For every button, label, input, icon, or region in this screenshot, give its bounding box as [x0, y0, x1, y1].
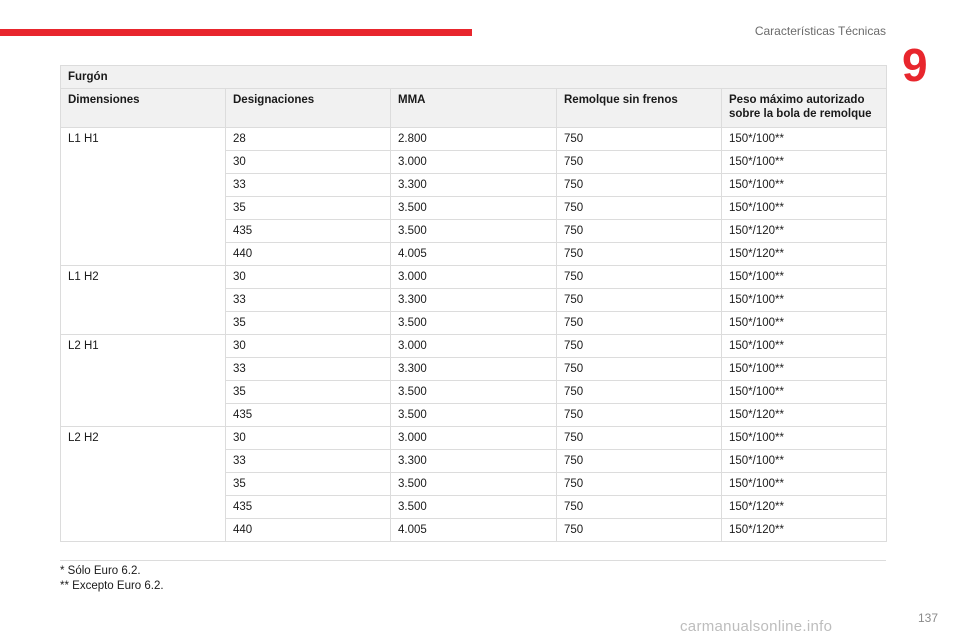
table-cell: 440 — [225, 242, 391, 266]
table-cell: 150*/100** — [721, 357, 887, 381]
table-body: L1 H1 28 2.800 750 150*/100** 30 3.000 750 150*/… — [60, 127, 887, 542]
table-cell: 150*/120** — [721, 219, 887, 243]
column-header: Designaciones — [225, 88, 391, 128]
table-cell: 35 — [225, 311, 391, 335]
table-cell: 4.005 — [390, 518, 557, 542]
table-cell: 750 — [556, 380, 722, 404]
table-cell: 435 — [225, 219, 391, 243]
table-cell: 150*/100** — [721, 150, 887, 174]
table-cell: 3.300 — [390, 449, 557, 473]
section-title: Características Técnicas — [754, 24, 886, 38]
table-cell: 3.500 — [390, 380, 557, 404]
table-cell: 150*/100** — [721, 449, 887, 473]
table-cell: 150*/120** — [721, 518, 887, 542]
table-cell: 3.500 — [390, 196, 557, 220]
table-cell: 750 — [556, 449, 722, 473]
table-cell: 750 — [556, 403, 722, 427]
table-cell: 750 — [556, 219, 722, 243]
table-cell: 28 — [225, 127, 391, 151]
table-cell: 440 — [225, 518, 391, 542]
table-cell: 3.500 — [390, 403, 557, 427]
table-cell: 150*/100** — [721, 265, 887, 289]
table-cell: 750 — [556, 311, 722, 335]
footnotes: * Sólo Euro 6.2. ** Excepto Euro 6.2. — [60, 564, 164, 594]
table-cell: 3.500 — [390, 219, 557, 243]
table-cell: 435 — [225, 495, 391, 519]
table-cell: 750 — [556, 265, 722, 289]
table-cell: 150*/100** — [721, 288, 887, 312]
table-cell: 750 — [556, 127, 722, 151]
table-cell: 150*/100** — [721, 196, 887, 220]
footnote: ** Excepto Euro 6.2. — [60, 580, 164, 592]
table-cell: 3.000 — [390, 265, 557, 289]
table-cell: 150*/100** — [721, 472, 887, 496]
table-cell: 150*/100** — [721, 334, 887, 358]
dimension-cell: L1 H1 — [60, 127, 226, 266]
table-cell: 30 — [225, 150, 391, 174]
table-cell: 150*/100** — [721, 380, 887, 404]
table-cell: 35 — [225, 472, 391, 496]
table-cell: 3.000 — [390, 150, 557, 174]
table-cell: 150*/100** — [721, 127, 887, 151]
table-cell: 3.500 — [390, 495, 557, 519]
table-row: L2 H2 30 3.000 750 150*/100** — [60, 426, 887, 542]
table-cell: 150*/100** — [721, 311, 887, 335]
table-cell: 750 — [556, 334, 722, 358]
table-cell: 2.800 — [390, 127, 557, 151]
table-cell: 33 — [225, 449, 391, 473]
header-accent-bar — [0, 29, 472, 36]
table-cell: 35 — [225, 380, 391, 404]
table-cell: 750 — [556, 495, 722, 519]
table-cell: 150*/100** — [721, 426, 887, 450]
towing-spec-table: Furgón Dimensiones Designaciones MMA Rem… — [60, 65, 887, 542]
table-cell: 3.000 — [390, 334, 557, 358]
table-cell: 30 — [225, 334, 391, 358]
column-header: Dimensiones — [60, 88, 226, 128]
table-cell: 750 — [556, 288, 722, 312]
chapter-number: 9 — [902, 39, 928, 91]
table-cell: 750 — [556, 357, 722, 381]
table-row: L1 H1 28 2.800 750 150*/100** — [60, 127, 887, 266]
table-cell: 30 — [225, 265, 391, 289]
table-cell: 33 — [225, 288, 391, 312]
table-cell: 33 — [225, 357, 391, 381]
table-cell: 150*/100** — [721, 173, 887, 197]
table-cell: 750 — [556, 173, 722, 197]
column-header: Peso máximo autorizado sobre la bola de … — [721, 88, 887, 128]
dimension-cell: L2 H1 — [60, 334, 226, 427]
dimension-cell: L2 H2 — [60, 426, 226, 542]
page-number: 137 — [917, 611, 938, 625]
table-cell: 750 — [556, 518, 722, 542]
footnote: * Sólo Euro 6.2. — [60, 565, 141, 577]
table-cell: 4.005 — [390, 242, 557, 266]
table-cell: 35 — [225, 196, 391, 220]
table-cell: 3.500 — [390, 472, 557, 496]
table-cell: 3.500 — [390, 311, 557, 335]
table-cell: 435 — [225, 403, 391, 427]
column-header: Remolque sin frenos — [556, 88, 722, 128]
table-cell: 150*/120** — [721, 403, 887, 427]
table-cell: 3.300 — [390, 288, 557, 312]
table-cell: 150*/120** — [721, 495, 887, 519]
footnote-divider — [60, 560, 886, 561]
table-row: L2 H1 30 3.000 750 150*/100** — [60, 334, 887, 427]
table-cell: 3.300 — [390, 173, 557, 197]
dimension-cell: L1 H2 — [60, 265, 226, 335]
table-cell: 750 — [556, 242, 722, 266]
table-cell: 750 — [556, 426, 722, 450]
table-cell: 750 — [556, 472, 722, 496]
table-cell: 3.300 — [390, 357, 557, 381]
watermark-text: carmanualsonline.info — [680, 618, 833, 635]
column-header: MMA — [390, 88, 557, 128]
table-cell: 33 — [225, 173, 391, 197]
table-cell: 30 — [225, 426, 391, 450]
table-cell: 750 — [556, 196, 722, 220]
table-cell: 150*/120** — [721, 242, 887, 266]
table-title: Furgón — [60, 65, 887, 89]
table-cell: 3.000 — [390, 426, 557, 450]
table-row: L1 H2 30 3.000 750 150*/100** — [60, 265, 887, 335]
table-cell: 750 — [556, 150, 722, 174]
